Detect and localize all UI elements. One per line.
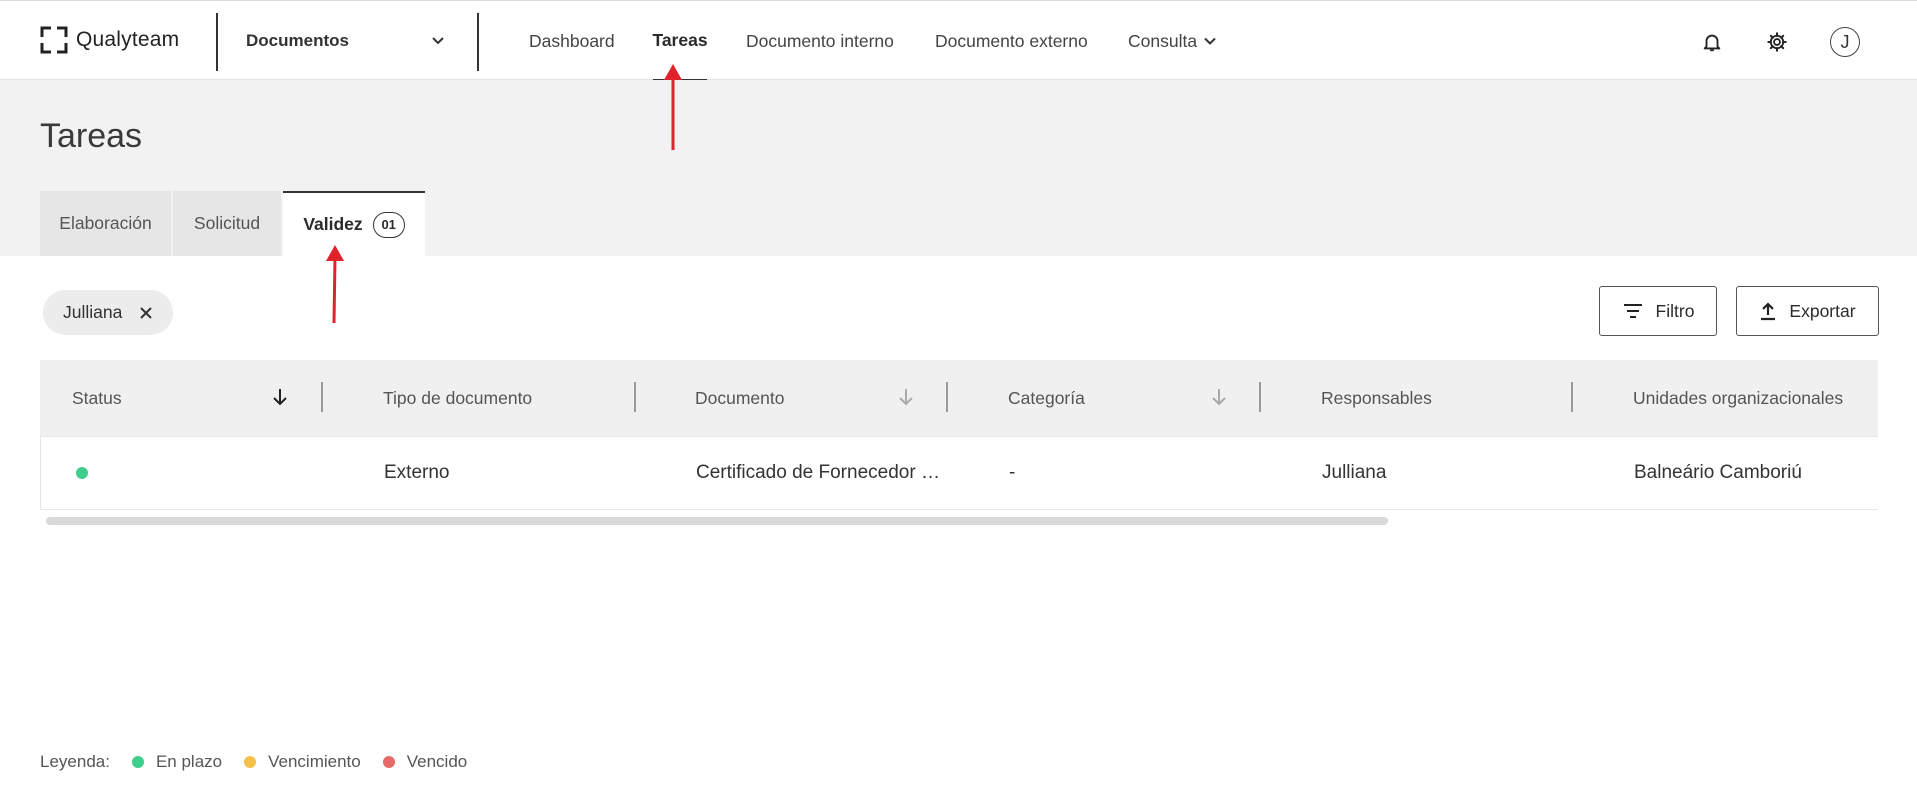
page-title: Tareas	[40, 117, 143, 155]
legend-dot	[382, 756, 395, 768]
filter-button[interactable]: Filtro	[1599, 286, 1717, 336]
legend-item-label: En plazo	[155, 752, 223, 771]
divider	[216, 13, 218, 71]
sort-icon[interactable]	[1210, 387, 1228, 407]
sort-desc-icon[interactable]	[271, 387, 289, 407]
col-header-categoria[interactable]: Categoría	[1008, 360, 1085, 436]
chevron-down-icon	[432, 37, 444, 45]
chevron-down-icon	[1204, 37, 1216, 45]
legend-item-vencido: Vencido	[382, 752, 468, 772]
categoria-cell: -	[1009, 462, 1016, 483]
nav-documento-interno[interactable]: Documento interno	[746, 1, 894, 81]
brand-name: Qualyteam	[76, 28, 180, 51]
col-header-documento[interactable]: Documento	[695, 360, 785, 436]
filter-chip-label: Julliana	[63, 302, 123, 322]
nav-documento-externo[interactable]: Documento externo	[935, 1, 1088, 81]
column-resize-handle[interactable]	[1571, 382, 1573, 412]
export-button[interactable]: Exportar	[1736, 286, 1879, 336]
table-row[interactable]: Externo Certificado de Fornecedor … - Ju…	[40, 436, 1878, 510]
col-header-responsables[interactable]: Responsables	[1321, 360, 1432, 436]
responsables-cell: Julliana	[1322, 462, 1387, 483]
tab-validez-label: Validez	[303, 214, 363, 234]
col-header-status[interactable]: Status	[72, 360, 122, 436]
column-resize-handle[interactable]	[1259, 382, 1261, 412]
nav-dashboard[interactable]: Dashboard	[529, 1, 615, 81]
module-label: Documentos	[246, 31, 349, 50]
legend-dot	[244, 756, 257, 768]
documento-cell[interactable]: Certificado de Fornecedor …	[696, 437, 940, 509]
nav-consulta[interactable]: Consulta	[1128, 1, 1217, 81]
notifications-button[interactable]	[1695, 25, 1729, 59]
bell-icon	[1703, 34, 1721, 52]
filter-button-label: Filtro	[1655, 300, 1695, 321]
sort-icon[interactable]	[897, 387, 915, 407]
table-header: Status Tipo de documento Documento Categ…	[40, 360, 1878, 436]
legend-item-en-plazo: En plazo	[131, 752, 223, 772]
tab-count-badge: 01	[372, 211, 405, 238]
column-resize-handle[interactable]	[321, 382, 323, 412]
tab-solicitud[interactable]: Solicitud	[173, 191, 281, 256]
settings-button[interactable]	[1760, 25, 1794, 59]
tab-validez[interactable]: Validez 01	[283, 191, 425, 256]
brand-logo[interactable]: Qualyteam	[40, 26, 179, 54]
tipo-cell: Externo	[384, 462, 450, 483]
horizontal-scrollbar[interactable]	[46, 517, 1388, 525]
close-icon	[140, 306, 152, 319]
annotation-arrow-icon	[326, 245, 344, 324]
legend-item-label: Vencimiento	[268, 752, 361, 771]
upload-icon	[1761, 302, 1776, 321]
qualyteam-logo-icon	[40, 26, 68, 54]
filter-icon	[1623, 304, 1642, 318]
legend-label: Leyenda:	[40, 752, 110, 771]
gear-icon	[1767, 32, 1787, 52]
divider	[477, 13, 479, 71]
unidades-cell: Balneário Camboriú	[1634, 462, 1802, 483]
nav-consulta-label: Consulta	[1128, 30, 1198, 51]
legend-dot	[131, 756, 144, 768]
annotation-arrow-icon	[664, 64, 682, 150]
status-cell	[76, 437, 88, 509]
legend-item-vencimiento: Vencimiento	[244, 752, 361, 772]
export-button-label: Exportar	[1789, 300, 1856, 321]
legend-item-label: Vencido	[406, 752, 468, 771]
tab-elaboracion[interactable]: Elaboración	[40, 191, 171, 256]
remove-filter-button[interactable]	[139, 306, 153, 320]
filter-chip: Julliana	[43, 290, 173, 335]
top-navbar: Qualyteam Documentos Dashboard Tareas Do…	[0, 0, 1917, 81]
col-header-tipo-documento[interactable]: Tipo de documento	[383, 360, 532, 436]
user-avatar[interactable]: J	[1830, 27, 1860, 57]
col-header-unidades[interactable]: Unidades organizacionales	[1633, 360, 1843, 436]
status-dot	[76, 467, 88, 479]
column-resize-handle[interactable]	[946, 382, 948, 412]
column-resize-handle[interactable]	[634, 382, 636, 412]
status-legend: Leyenda: En plazo Vencimiento Vencido	[40, 752, 467, 772]
module-selector[interactable]: Documentos	[246, 23, 446, 59]
